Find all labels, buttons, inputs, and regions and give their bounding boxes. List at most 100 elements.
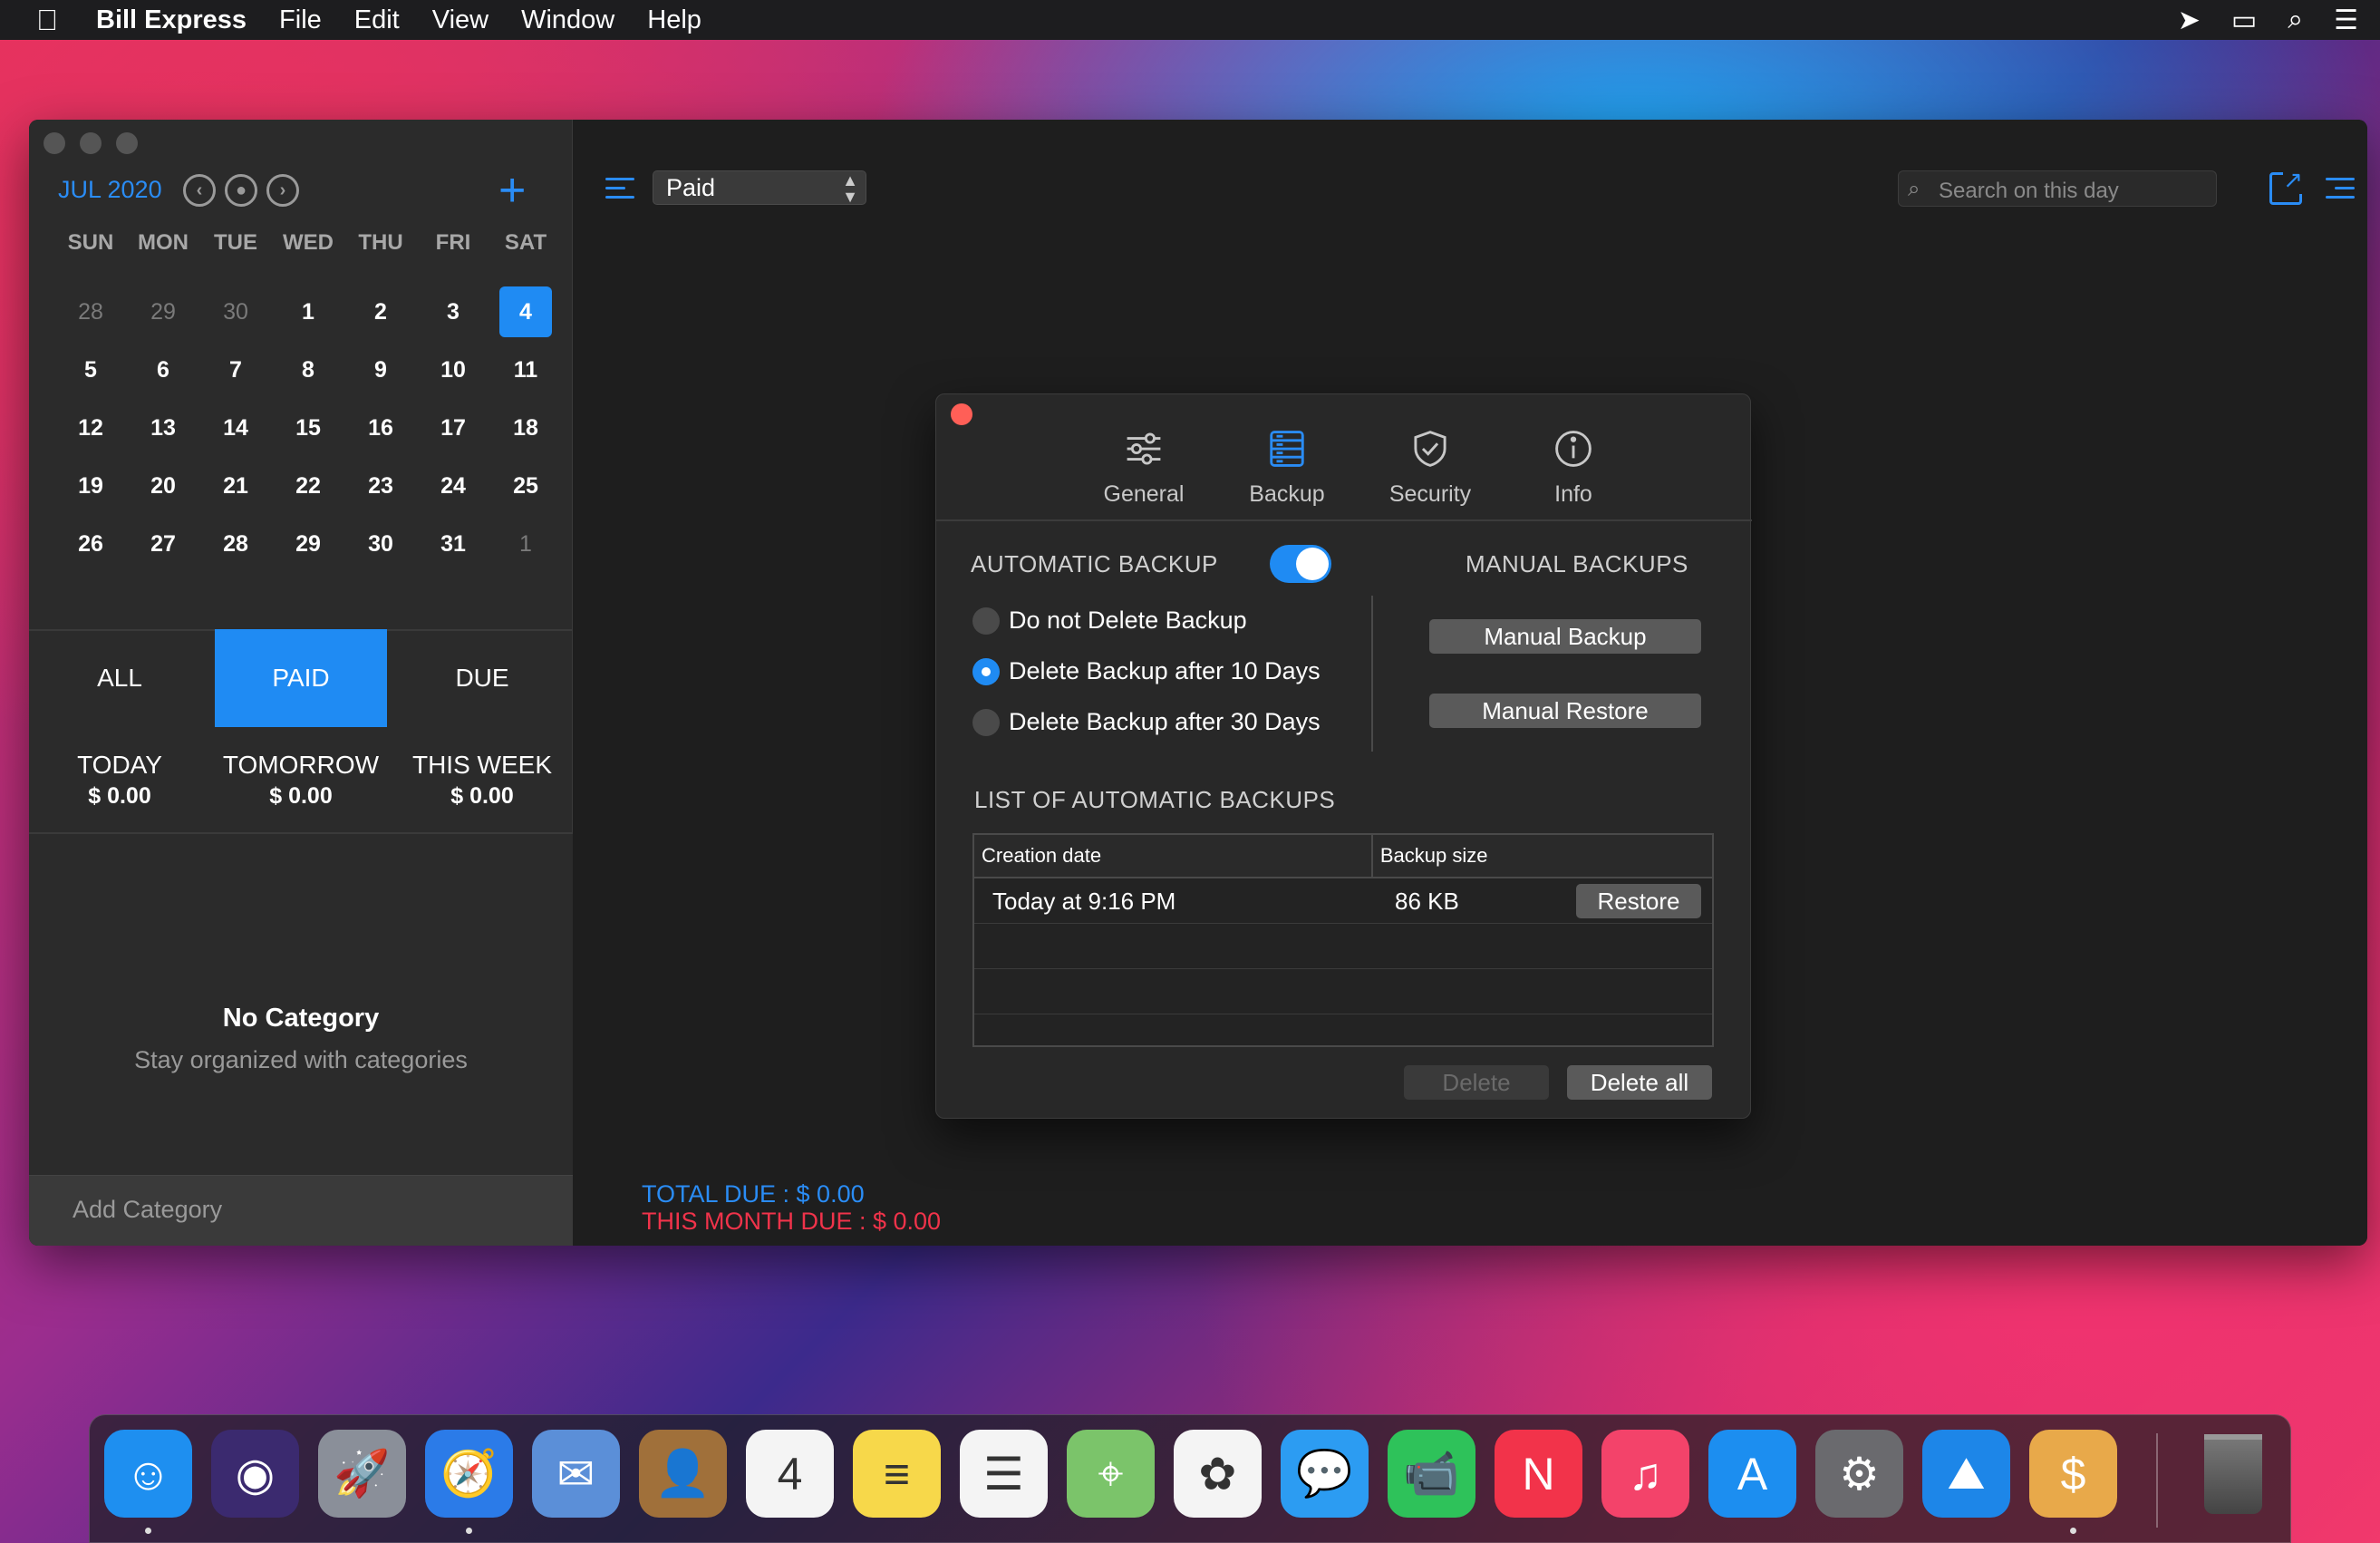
calendar-day[interactable]: 10 <box>417 341 489 399</box>
calendar-day[interactable]: 20 <box>127 457 199 515</box>
menu-help[interactable]: Help <box>647 5 701 35</box>
add-bill-icon[interactable]: + <box>498 163 526 218</box>
calendar-day[interactable]: 27 <box>127 515 199 573</box>
tab-security[interactable]: Security <box>1359 425 1502 508</box>
sidebar-toggle-icon[interactable] <box>605 178 634 201</box>
delete-button[interactable]: Delete <box>1404 1065 1549 1100</box>
calendar-day[interactable]: 26 <box>54 515 127 573</box>
menu-view[interactable]: View <box>432 5 489 35</box>
restore-button[interactable]: Restore <box>1576 884 1701 918</box>
reminders-icon[interactable]: ☰ <box>960 1430 1048 1518</box>
calendar-day[interactable]: 8 <box>272 341 344 399</box>
location-icon[interactable]: ➤ <box>2178 5 2201 36</box>
calendar-day[interactable]: 12 <box>54 399 127 457</box>
calendar-day[interactable]: 1 <box>272 283 344 341</box>
minimize-button[interactable] <box>80 132 102 154</box>
calendar-day[interactable]: 24 <box>417 457 489 515</box>
zoom-button[interactable] <box>116 132 138 154</box>
manual-backup-button[interactable]: Manual Backup <box>1429 619 1701 654</box>
menu-edit[interactable]: Edit <box>354 5 400 35</box>
trash-icon[interactable] <box>2189 1430 2277 1518</box>
safari-icon[interactable]: 🧭 <box>425 1430 513 1534</box>
app-icon-mountain[interactable]: ⛰ <box>1922 1430 2010 1518</box>
prev-month-icon[interactable]: ‹ <box>183 174 216 207</box>
tab-info[interactable]: Info <box>1502 425 1645 508</box>
notes-icon[interactable]: ≡ <box>853 1430 941 1518</box>
calendar-day[interactable]: 21 <box>199 457 272 515</box>
summary-tomorrow[interactable]: TOMORROW $ 0.00 <box>210 751 392 810</box>
display-icon[interactable]: ▭ <box>2231 5 2257 36</box>
dialog-close-button[interactable] <box>951 403 972 425</box>
calendar-day[interactable]: 7 <box>199 341 272 399</box>
siri-icon[interactable]: ◉ <box>211 1430 299 1518</box>
calendar-day[interactable]: 1 <box>489 515 562 573</box>
calendar-day[interactable]: 19 <box>54 457 127 515</box>
list-options-icon[interactable] <box>2326 178 2355 201</box>
calendar-day[interactable]: 25 <box>489 457 562 515</box>
add-category-button[interactable]: Add Category <box>29 1175 573 1246</box>
auto-backup-toggle[interactable] <box>1270 545 1331 583</box>
calendar-day[interactable]: 29 <box>272 515 344 573</box>
calendar-day[interactable]: 13 <box>127 399 199 457</box>
radio-delete-10[interactable]: Delete Backup after 10 Days <box>972 657 1321 685</box>
app-store-icon[interactable]: A <box>1708 1430 1796 1518</box>
calendar-day[interactable]: 30 <box>344 515 417 573</box>
tab-backup[interactable]: Backup <box>1215 425 1359 508</box>
calendar-day[interactable]: 30 <box>199 283 272 341</box>
bill-express-icon[interactable]: $ <box>2029 1430 2117 1534</box>
search-icon[interactable]: ⌕ <box>2288 5 2303 35</box>
delete-all-button[interactable]: Delete all <box>1567 1065 1712 1100</box>
news-icon[interactable]: N <box>1495 1430 1582 1518</box>
calendar-day[interactable]: 2 <box>344 283 417 341</box>
calendar-day[interactable]: 28 <box>54 283 127 341</box>
calendar-day[interactable]: 14 <box>199 399 272 457</box>
column-creation-date[interactable]: Creation date <box>974 835 1373 877</box>
calendar-day[interactable]: 17 <box>417 399 489 457</box>
manual-restore-button[interactable]: Manual Restore <box>1429 694 1701 728</box>
mail-icon[interactable]: ✉ <box>532 1430 620 1518</box>
next-month-icon[interactable]: › <box>266 174 299 207</box>
finder-icon[interactable]: ☺ <box>104 1430 192 1534</box>
close-button[interactable] <box>44 132 65 154</box>
calendar-day[interactable]: 29 <box>127 283 199 341</box>
menu-window[interactable]: Window <box>521 5 614 35</box>
control-center-icon[interactable]: ☰ <box>2334 5 2358 36</box>
calendar-day[interactable]: 16 <box>344 399 417 457</box>
calendar-day[interactable]: 5 <box>54 341 127 399</box>
photos-icon[interactable]: ✿ <box>1174 1430 1262 1518</box>
calendar-day[interactable]: 31 <box>417 515 489 573</box>
menu-app-name[interactable]: Bill Express <box>96 5 247 35</box>
search-field[interactable]: ⌕ Search on this day <box>1898 170 2217 207</box>
apple-menu-icon[interactable]:  <box>36 4 73 37</box>
calendar-day[interactable]: 6 <box>127 341 199 399</box>
calendar-day[interactable]: 22 <box>272 457 344 515</box>
filter-all[interactable]: ALL <box>29 629 210 727</box>
calendar-day[interactable]: 9 <box>344 341 417 399</box>
calendar-day[interactable]: 18 <box>489 399 562 457</box>
system-preferences-icon[interactable]: ⚙ <box>1815 1430 1903 1518</box>
export-icon[interactable] <box>2269 166 2303 205</box>
calendar-day[interactable]: 23 <box>344 457 417 515</box>
calendar-month[interactable]: JUL 2020 <box>58 176 162 204</box>
filter-popup[interactable]: Paid ▲ ▼ <box>653 170 866 205</box>
table-row[interactable]: Today at 9:16 PM 86 KB Restore <box>974 878 1712 924</box>
tab-general[interactable]: General <box>1072 425 1215 508</box>
summary-week[interactable]: THIS WEEK $ 0.00 <box>392 751 573 810</box>
calendar-day[interactable]: 3 <box>417 283 489 341</box>
filter-due[interactable]: DUE <box>392 629 573 727</box>
filter-paid[interactable]: PAID <box>215 629 387 727</box>
maps-icon[interactable]: ⌖ <box>1067 1430 1155 1518</box>
calendar-day[interactable]: 11 <box>489 341 562 399</box>
calendar-day[interactable]: 28 <box>199 515 272 573</box>
contacts-icon[interactable]: 👤 <box>639 1430 727 1518</box>
column-backup-size[interactable]: Backup size <box>1373 835 1712 877</box>
music-icon[interactable]: ♫ <box>1601 1430 1689 1518</box>
summary-today[interactable]: TODAY $ 0.00 <box>29 751 210 810</box>
messages-icon[interactable]: 💬 <box>1281 1430 1369 1518</box>
radio-no-delete[interactable]: Do not Delete Backup <box>972 607 1247 635</box>
today-icon[interactable]: ● <box>225 174 257 207</box>
calendar-day-selected[interactable]: 4 <box>499 286 552 337</box>
radio-delete-30[interactable]: Delete Backup after 30 Days <box>972 708 1321 736</box>
calendar-icon[interactable]: 4 <box>746 1430 834 1518</box>
facetime-icon[interactable]: 📹 <box>1388 1430 1475 1518</box>
